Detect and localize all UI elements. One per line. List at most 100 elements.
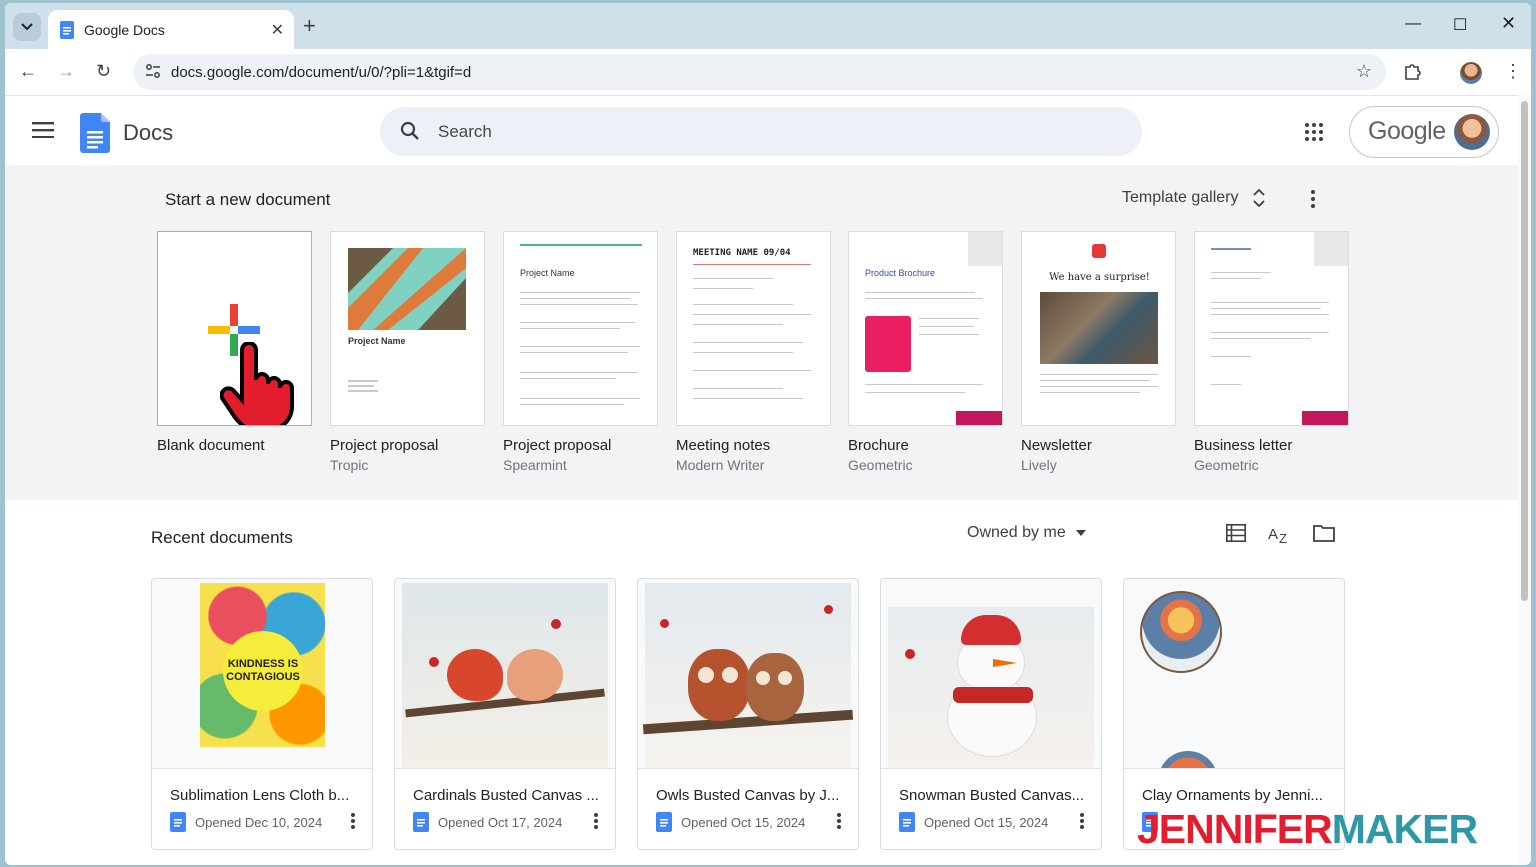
template-name: Meeting notes — [676, 437, 771, 454]
thumb-title: We have a surprise! — [1049, 272, 1150, 283]
docs-favicon-icon — [60, 20, 74, 39]
template-thumbnail: We have a surprise! — [1021, 231, 1176, 426]
template-business-letter[interactable]: Business letter Geometric — [1194, 231, 1349, 473]
bookmark-star-icon[interactable]: ☆ — [1356, 61, 1372, 82]
template-thumbnail: MEETING NAME 09/04 — [676, 231, 831, 426]
browser-menu-icon[interactable]: ⋮ — [1504, 61, 1522, 82]
owner-filter-label: Owned by me — [967, 524, 1066, 541]
close-window-icon[interactable]: ✕ — [1501, 13, 1516, 34]
template-thumbnail — [157, 231, 312, 426]
maximize-icon[interactable]: ☐ — [1453, 15, 1467, 35]
doc-opened-date: Opened Oct 17, 2024 — [438, 814, 563, 830]
docs-header: Docs Search Google — [5, 95, 1531, 165]
recent-doc-card[interactable]: Snowman Busted Canvas... Opened Oct 15, … — [880, 578, 1102, 850]
docs-logo-icon[interactable] — [80, 113, 110, 153]
template-name: Business letter — [1194, 437, 1293, 454]
doc-meta: Opened Oct 15, 2024 — [656, 812, 805, 832]
profile-avatar[interactable] — [1460, 62, 1482, 84]
back-arrow-icon[interactable]: ← — [19, 61, 37, 82]
list-view-icon[interactable] — [1226, 524, 1246, 542]
doc-title: Owls Busted Canvas by J... — [656, 787, 840, 804]
tab-strip: Google Docs ✕ + — ☐ ✕ — [5, 3, 1531, 49]
doc-title: Clay Ornaments by Jenni... — [1142, 787, 1323, 804]
recent-doc-card[interactable]: KINDNESS IS CONTAGIOUS Sublimation Lens … — [151, 578, 373, 850]
doc-thumbnail: KINDNESS IS CONTAGIOUS — [152, 579, 372, 769]
owner-filter-dropdown[interactable]: Owned by me — [967, 524, 1086, 542]
forward-arrow-icon[interactable]: → — [57, 61, 75, 82]
more-options-icon[interactable] — [593, 812, 599, 830]
main-menu-icon[interactable] — [32, 122, 54, 138]
url-text: docs.google.com/document/u/0/?pli=1&tgif… — [171, 63, 472, 81]
doc-opened-date: Opened Dec 10, 2024 — [195, 814, 323, 830]
template-theme: Spearmint — [503, 457, 567, 473]
folder-icon[interactable] — [1313, 524, 1335, 542]
extensions-icon[interactable] — [1403, 61, 1423, 81]
tab-search-button[interactable] — [13, 13, 41, 41]
template-project-proposal-tropic[interactable]: Project Name Project proposal Tropic — [330, 231, 485, 473]
template-gallery-label: Template gallery — [1122, 189, 1239, 206]
reload-icon[interactable]: ↻ — [96, 61, 111, 82]
doc-thumbnail — [395, 579, 615, 769]
search-icon[interactable] — [400, 121, 420, 141]
tropic-art — [348, 248, 466, 330]
doc-thumbnail — [881, 579, 1101, 769]
doc-title: Snowman Busted Canvas... — [899, 787, 1085, 804]
thumb-title: MEETING NAME 09/04 — [693, 248, 791, 258]
template-project-proposal-spearmint[interactable]: Project Name Project proposal Spearmint — [503, 231, 658, 473]
template-blank[interactable]: Blank document — [157, 231, 312, 454]
chevron-down-icon — [21, 23, 33, 31]
recent-doc-card[interactable]: Cardinals Busted Canvas ... Opened Oct 1… — [394, 578, 616, 850]
new-tab-button[interactable]: + — [303, 15, 316, 37]
search-input[interactable]: Search — [380, 107, 1142, 156]
account-button[interactable]: Google — [1349, 106, 1499, 158]
watermark-part-1: JENNIFER — [1137, 806, 1333, 852]
doc-type-icon — [170, 812, 186, 832]
more-options-icon[interactable] — [350, 812, 356, 830]
template-gallery-button[interactable]: Template gallery — [1122, 189, 1265, 207]
doc-meta: Opened Oct 15, 2024 — [899, 812, 1048, 832]
recent-heading: Recent documents — [151, 528, 293, 547]
watermark-part-2: MAKER — [1331, 806, 1478, 852]
template-theme: Geometric — [848, 457, 913, 473]
template-name: Newsletter — [1021, 437, 1092, 454]
google-apps-icon[interactable] — [1305, 123, 1323, 141]
recent-doc-card[interactable]: Owls Busted Canvas by J... Opened Oct 15… — [637, 578, 859, 850]
template-thumbnail: Project Name — [503, 231, 658, 426]
google-account-label: Google — [1368, 117, 1446, 145]
template-theme: Tropic — [330, 457, 369, 473]
template-theme: Modern Writer — [676, 457, 765, 473]
page-scrollbar[interactable] — [1518, 95, 1531, 865]
thumb-title: Product Brochure — [865, 268, 936, 278]
templates-heading: Start a new document — [165, 190, 331, 209]
address-bar[interactable]: docs.google.com/document/u/0/?pli=1&tgif… — [133, 54, 1386, 90]
doc-meta: Opened Dec 10, 2024 — [170, 812, 322, 832]
avatar — [1454, 114, 1490, 150]
doc-title: Cardinals Busted Canvas ... — [413, 787, 599, 804]
close-icon[interactable]: ✕ — [271, 20, 284, 40]
browser-toolbar: ← → ↻ docs.google.com/document/u/0/?pli=… — [5, 49, 1531, 95]
doc-type-icon — [656, 812, 672, 832]
templates-more-icon[interactable] — [1310, 189, 1316, 209]
more-options-icon[interactable] — [836, 812, 842, 830]
browser-window: Google Docs ✕ + — ☐ ✕ ← → ↻ docs.google.… — [5, 3, 1531, 865]
more-options-icon[interactable] — [1079, 812, 1085, 830]
thumb-text: KINDNESS IS CONTAGIOUS — [223, 631, 303, 711]
minimize-icon[interactable]: — — [1405, 15, 1421, 33]
search-placeholder: Search — [438, 122, 492, 141]
sort-az-icon[interactable]: AZ — [1268, 524, 1290, 544]
active-tab[interactable]: Google Docs ✕ — [48, 10, 294, 49]
doc-meta: Opened Oct 17, 2024 — [413, 812, 562, 832]
template-newsletter[interactable]: We have a surprise! Newsletter Lively — [1021, 231, 1176, 473]
template-brochure[interactable]: Product Brochure Brochure Geometric — [848, 231, 1003, 473]
unfold-icon — [1252, 189, 1265, 207]
svg-text:A: A — [1268, 526, 1278, 543]
site-info-icon[interactable] — [145, 63, 161, 79]
doc-thumbnail — [1124, 579, 1344, 769]
template-meeting-notes[interactable]: MEETING NAME 09/04 Meeting notes Modern … — [676, 231, 831, 473]
template-name: Brochure — [848, 437, 909, 454]
template-thumbnail: Product Brochure — [848, 231, 1003, 426]
doc-opened-date: Opened Oct 15, 2024 — [681, 814, 806, 830]
app-name[interactable]: Docs — [123, 120, 173, 146]
scrollbar-thumb[interactable] — [1521, 101, 1528, 601]
doc-type-icon — [899, 812, 915, 832]
